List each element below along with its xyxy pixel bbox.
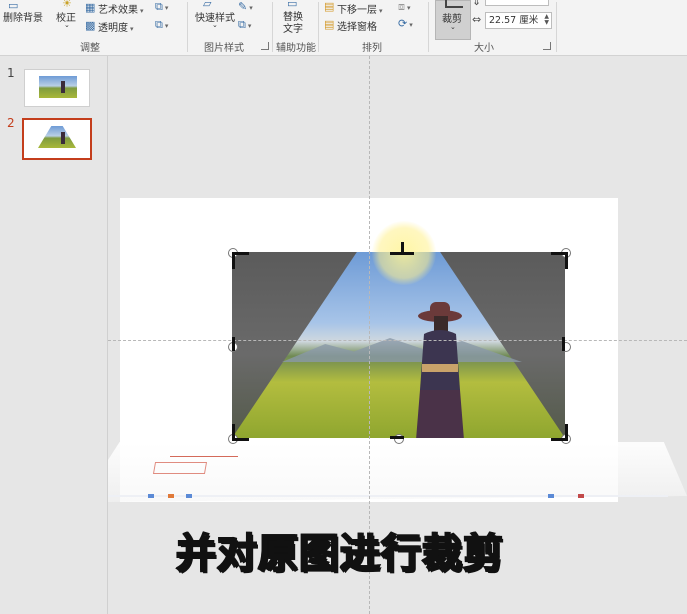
chevron-down-icon: ⌄ (450, 23, 456, 31)
thumbnail-figure (61, 81, 65, 93)
artistic-effects-icon: ▦ (85, 1, 96, 14)
thumbnail-image (39, 76, 77, 98)
slide-thumbnail-pane: 1 2 (0, 56, 108, 614)
send-backward-icon: ▤ (324, 0, 335, 13)
crop-handle-bottom-right[interactable] (551, 424, 568, 441)
spinner-icon[interactable]: ▲ ▼ (544, 14, 549, 26)
rotate-icon[interactable]: ⟳ ▾ (398, 18, 413, 29)
thumbnail-image (38, 126, 76, 148)
crop-handle-left[interactable] (232, 337, 235, 351)
corrections-icon[interactable]: ☀ (62, 0, 72, 9)
height-icon: ⇕ (472, 0, 482, 8)
smart-guide-horizontal (108, 340, 687, 341)
picture-border-icon[interactable]: ✎ ▾ (238, 1, 253, 12)
video-caption: 并对原图进行裁剪 (175, 530, 504, 578)
taskbar-reflection (108, 494, 668, 498)
crop-button[interactable]: 裁剪 ⌄ (435, 0, 471, 40)
crop-handle-top-left[interactable] (232, 252, 249, 269)
shape-outline[interactable] (152, 462, 208, 474)
crop-handle-right[interactable] (562, 337, 565, 351)
change-picture-icon[interactable]: ⧉ ▾ (155, 19, 168, 30)
crop-icon (445, 0, 463, 8)
group-divider (556, 2, 557, 52)
ribbon: ▭ 删除背景 ☀ 校正 ⌄ ▦ 艺术效果 ▾ ▩ 透明度 ▾ ⧉ ▾ ⧉ ▾ 调整 ▱ … (0, 0, 687, 56)
shape-line[interactable] (170, 456, 238, 457)
picture-styles-group-label: 图片样式 (204, 43, 244, 54)
crop-handle-bottom[interactable] (390, 436, 404, 439)
crop-handle-bottom-left[interactable] (232, 424, 249, 441)
person-figure (416, 302, 464, 438)
chevron-down-icon[interactable]: ⌄ (212, 21, 218, 29)
transparency-button[interactable]: 透明度 ▾ (98, 19, 134, 34)
selection-pane-icon: ▤ (324, 18, 335, 31)
width-value: 22.57 厘米 (489, 15, 539, 26)
quick-styles-icon[interactable]: ▱ (203, 0, 211, 9)
picture-effects-icon[interactable]: ⧉ ▾ (238, 19, 251, 30)
width-field[interactable]: 22.57 厘米 ▲ ▼ (485, 12, 552, 29)
arrange-group-label: 排列 (362, 43, 382, 54)
adjust-group-label: 调整 (80, 43, 100, 54)
group-objects-icon[interactable]: ⧈ ▾ (398, 1, 411, 12)
chevron-down-icon[interactable]: ⌄ (64, 21, 70, 29)
slide-number: 2 (7, 116, 15, 130)
slide-thumbnail-1[interactable] (24, 69, 90, 107)
selection-pane-button[interactable]: 选择窗格 (337, 18, 377, 33)
crop-cursor-icon (401, 242, 404, 254)
accessibility-group-label: 辅助功能 (276, 43, 316, 54)
crop-handle-top-right[interactable] (551, 252, 568, 269)
slide-thumbnail-2[interactable] (22, 118, 92, 160)
height-field[interactable] (485, 0, 549, 6)
group-divider (428, 2, 429, 52)
group-divider (187, 2, 188, 52)
dialog-launcher-icon[interactable] (261, 42, 269, 50)
artistic-effects-button[interactable]: 艺术效果 ▾ (98, 1, 144, 16)
slide-number: 1 (7, 66, 15, 80)
compress-pictures-icon[interactable]: ⧉ ▾ (155, 1, 168, 12)
remove-background-button[interactable]: 删除背景 (3, 9, 43, 24)
alt-text-button-line2[interactable]: 文字 (283, 20, 303, 35)
group-divider (272, 2, 273, 52)
send-backward-button[interactable]: 下移一层 ▾ (337, 1, 383, 16)
size-group-label: 大小 (474, 43, 494, 54)
group-divider (318, 2, 319, 52)
width-icon: ⇔ (472, 13, 482, 26)
transparency-icon: ▩ (85, 19, 96, 32)
dialog-launcher-icon[interactable] (543, 42, 551, 50)
thumbnail-figure (61, 132, 65, 144)
